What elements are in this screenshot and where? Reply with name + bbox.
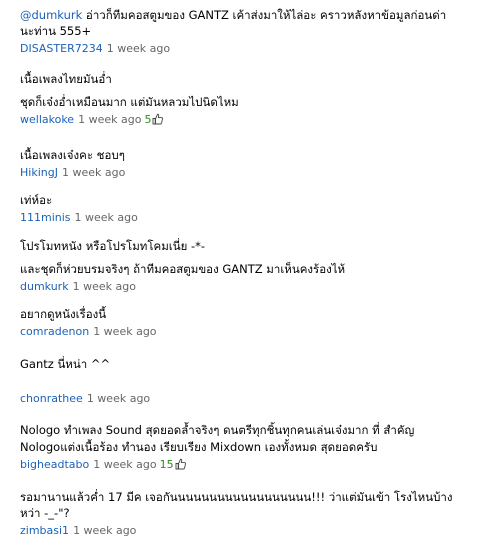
timestamp: 1 week ago [93, 458, 157, 471]
comment-item: เนื้อเพลงไทยมันอ่ำ ชุดก็เจ๋งอ่ำเหมือนมาก… [20, 71, 480, 127]
author-link[interactable]: HikingJ [20, 166, 58, 179]
mention-link[interactable]: @dumkurk [20, 8, 82, 22]
author-link[interactable]: DISASTER7234 [20, 42, 103, 55]
timestamp: 1 week ago [78, 113, 142, 126]
author-link[interactable]: dumkurk [20, 280, 69, 293]
comment-item: เนื้อเพลงเจ๋งคะ ชอบๆ HikingJ 1 week ago [20, 147, 480, 180]
comment-text-line: Nologoแต่งเนื้อร้อง ทำนอง เรียบเรียง Mix… [20, 440, 378, 454]
comment-meta: DISASTER7234 1 week ago [20, 41, 480, 56]
comment-item: เท่ห์อะ 111minis 1 week ago [20, 192, 480, 225]
comment-text-line: เนื้อเพลงไทยมันอ่ำ [20, 72, 112, 86]
comment-meta: 111minis 1 week ago [20, 210, 480, 225]
like-count: 5 [144, 113, 152, 126]
comment-item: @dumkurk อ่าวก็ทีมคอสตูมของ GANTZ เค้าส่… [20, 7, 480, 56]
comment-text: รอมานานแล้วค่ำ 17 มีค เจอกันนนนนนนนนนนนน… [20, 490, 453, 520]
author-link[interactable]: wellakoke [20, 113, 74, 126]
comment-text-line: และชุดก็ห่วยบรมจริงๆ ถ้าทีมคอสตูมของ GAN… [20, 262, 346, 276]
comment-text-line: Gantz นี่หน่า ^^ [20, 357, 111, 371]
comment-item: โปรโมทหนัง หรือโปรโมทโคมเนี่ย -*- และชุด… [20, 238, 480, 294]
comment-meta: HikingJ 1 week ago [20, 165, 480, 180]
timestamp: 1 week ago [106, 42, 171, 55]
comment-text-line: เท่ห์อะ [20, 193, 53, 207]
comment-text-line: อยากดูหนังเรื่องนี้ [20, 307, 107, 321]
author-link[interactable]: chonrathee [20, 392, 83, 405]
thumbs-up-icon[interactable] [175, 458, 186, 470]
comment-item: Nologo ทำเพลง Sound สุดยอดล้ำจริงๆ ดนตรี… [20, 422, 480, 472]
timestamp: 1 week ago [72, 280, 136, 293]
comment-meta: chonrathee 1 week ago [20, 391, 480, 406]
comment-item: รอมานานแล้วค่ำ 17 มีค เจอกันนนนนนนนนนนนน… [20, 489, 480, 538]
comment-text-line: เนื้อเพลงเจ๋งคะ ชอบๆ [20, 148, 125, 162]
comment-text-line: โปรโมทหนัง หรือโปรโมทโคมเนี่ย -*- [20, 239, 206, 253]
author-link[interactable]: comradenon [20, 325, 89, 338]
author-link[interactable]: zimbasi1 [20, 524, 69, 537]
comment-text: @dumkurk อ่าวก็ทีมคอสตูมของ GANTZ เค้าส่… [20, 7, 460, 39]
comment-meta: zimbasi1 1 week ago [20, 523, 480, 538]
comment-meta: wellakoke 1 week ago 5 [20, 112, 480, 127]
timestamp: 1 week ago [86, 392, 151, 405]
comment-item: Gantz นี่หน่า ^^ chonrathee 1 week ago [20, 356, 480, 406]
comment-meta: comradenon 1 week ago [20, 324, 480, 339]
timestamp: 1 week ago [93, 325, 157, 338]
comment-text-line: ชุดก็เจ๋งอ่ำเหมือนมาก แต่มันหลวมไปนิดไหม [20, 95, 239, 109]
timestamp: 1 week ago [74, 211, 138, 224]
comment-item: อยากดูหนังเรื่องนี้ comradenon 1 week ago [20, 306, 480, 339]
thumbs-up-icon[interactable] [152, 113, 164, 125]
comment-body: อ่าวก็ทีมคอสตูมของ GANTZ เค้าส่งมาให้ไล่… [20, 8, 447, 38]
comment-meta: bigheadtabo 1 week ago 15 [20, 457, 480, 472]
author-link[interactable]: 111minis [20, 211, 71, 224]
timestamp: 1 week ago [73, 524, 137, 537]
comment-meta: dumkurk 1 week ago [20, 279, 480, 294]
timestamp: 1 week ago [61, 166, 126, 179]
like-count: 15 [159, 458, 174, 471]
author-link[interactable]: bigheadtabo [20, 458, 89, 471]
comment-text-line: Nologo ทำเพลง Sound สุดยอดล้ำจริงๆ ดนตรี… [20, 423, 415, 437]
comment-list: @dumkurk อ่าวก็ทีมคอสตูมของ GANTZ เค้าส่… [0, 0, 492, 542]
